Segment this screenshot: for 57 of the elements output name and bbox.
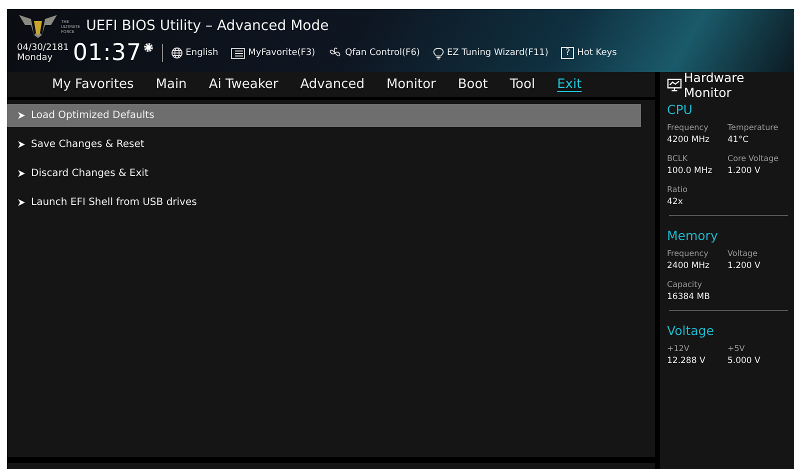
toolbar-button[interactable]: MyFavorite(F3) (231, 48, 316, 58)
menu-tab[interactable]: Tool (498, 74, 546, 96)
metric-label: +12V (667, 344, 690, 353)
list-icon (231, 48, 246, 58)
menu-tab[interactable]: Ai Tweaker (198, 74, 290, 96)
arrow-icon (18, 141, 25, 148)
fan-icon (328, 47, 342, 59)
metric-label: +5V (728, 344, 746, 353)
help-icon: ? (561, 47, 574, 59)
section-title: Voltage (667, 323, 715, 338)
menu-item[interactable]: Launch EFI Shell from USB drives (7, 191, 641, 214)
metric-value: 4200 MHz (667, 135, 711, 145)
panel-title: Hardware Monitor (684, 70, 746, 100)
metric-label: Frequency (667, 123, 710, 132)
section-title: CPU (667, 102, 694, 117)
menu-tab[interactable]: Advanced (289, 74, 376, 96)
menu-tab[interactable]: Monitor (375, 74, 447, 96)
monitor-icon (667, 78, 682, 92)
globe-icon (170, 47, 183, 59)
metric-value: 1.200 V (728, 261, 762, 271)
menu-tab[interactable]: Main (144, 74, 198, 96)
metric-value: 5.000 V (728, 356, 762, 366)
metric-label: Capacity (667, 280, 703, 289)
arrow-icon (18, 170, 25, 177)
metric-label: Frequency (667, 249, 710, 258)
metric-value: 16384 MB (667, 292, 711, 302)
menu-tab[interactable]: My Favorites (41, 74, 145, 96)
arrow-icon (18, 199, 25, 206)
metric-label: Core Voltage (728, 154, 780, 163)
clock-time: 01:37 (72, 40, 142, 66)
menu-tab[interactable]: Exit (546, 74, 593, 96)
metric-label: Voltage (728, 249, 759, 258)
menu-item[interactable]: Load Optimized Defaults (7, 104, 641, 127)
date-text: 04/30/2181 (17, 43, 69, 53)
metric-value: 1.200 V (728, 166, 762, 176)
metric-value: 100.0 MHz (667, 166, 714, 176)
menu-tab[interactable]: Boot (446, 74, 499, 96)
lightbulb-icon (432, 46, 444, 60)
toolbar-button[interactable]: EZ Tuning Wizard(F11) (432, 46, 548, 60)
arrow-icon (18, 112, 25, 119)
toolbar-button[interactable]: English (170, 47, 218, 59)
metric-label: Temperature (728, 123, 780, 132)
menu-item[interactable]: Discard Changes & Exit (7, 162, 641, 185)
day-text: Monday (17, 53, 54, 63)
metric-label: Ratio (667, 185, 689, 194)
metric-value: 41°C (728, 135, 750, 145)
toolbar-button[interactable]: Qfan Control(F6) (328, 47, 420, 59)
window-title: UEFI BIOS Utility – Advanced Mode (86, 18, 329, 34)
toolbar-button[interactable]: ? Hot Keys (561, 47, 617, 59)
metric-value: 42x (667, 197, 684, 207)
metric-value: 12.288 V (667, 356, 706, 366)
winged-shield-logo-icon (17, 13, 59, 39)
metric-label: BCLK (667, 154, 689, 163)
section-title: Memory (667, 228, 719, 243)
metric-value: 2400 MHz (667, 261, 711, 271)
settings-icon[interactable] (142, 42, 154, 53)
menu-item[interactable]: Save Changes & Reset (7, 133, 641, 156)
